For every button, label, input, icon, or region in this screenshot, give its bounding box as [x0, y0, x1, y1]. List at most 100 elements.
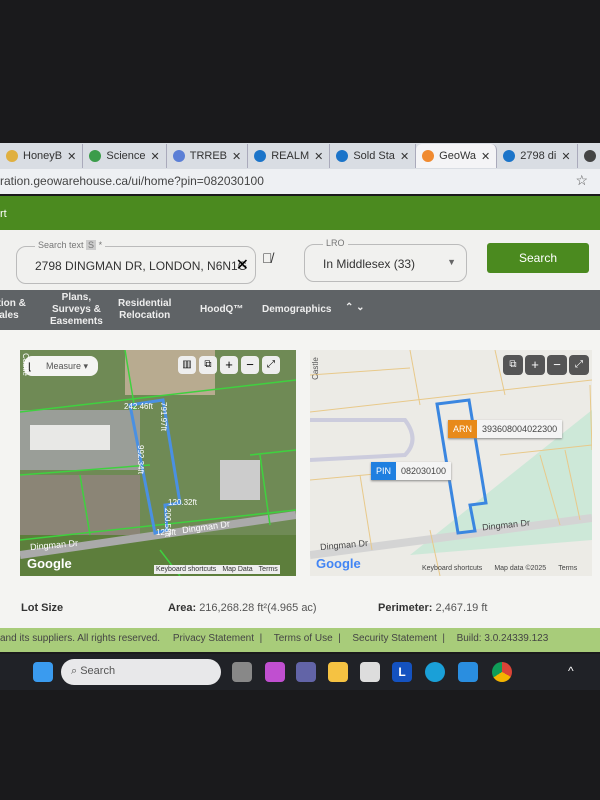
browser-tab[interactable]: 2798 di ✕ — [497, 144, 578, 168]
map-type-icon[interactable]: ▥ — [178, 356, 196, 374]
browser-tab[interactable]: Science ✕ — [83, 144, 167, 168]
close-tab-icon[interactable]: ✕ — [481, 150, 490, 163]
privacy-link[interactable]: Privacy Statement — [173, 633, 254, 644]
copilot-icon[interactable] — [265, 662, 285, 682]
browser-tab[interactable]: HoneyB ✕ — [0, 144, 84, 168]
pin-label: PIN — [371, 462, 397, 480]
bookmark-star-icon[interactable]: ☆ — [575, 172, 588, 189]
taskbar-search[interactable]: ⌕ Search — [61, 659, 221, 685]
google-logo: Google — [316, 556, 361, 571]
tab-favicon-icon — [254, 150, 267, 162]
map-attribution: Keyboard shortcuts Map data ©2025 Terms — [422, 565, 577, 572]
nav-item[interactable]: ation & ales — [0, 298, 26, 322]
street-label: Castle — [310, 357, 320, 380]
close-tab-icon[interactable]: ✕ — [314, 150, 323, 163]
fullscreen-icon[interactable]: ⤢ — [262, 356, 280, 374]
lro-label: LRO — [323, 238, 348, 248]
store-icon[interactable] — [360, 662, 380, 682]
close-tab-icon[interactable]: ✕ — [151, 150, 160, 163]
lot-size-title: Lot Size — [21, 602, 64, 614]
build-text: Build: 3.0.24339.123 — [456, 633, 549, 644]
zoom-out-icon[interactable]: − — [241, 356, 259, 374]
pin-badge[interactable]: PIN 082030100 — [371, 462, 452, 480]
lro-select[interactable]: LRO In Middlesex (33) ▼ — [304, 238, 467, 282]
close-tab-icon[interactable]: ✕ — [232, 150, 241, 163]
close-tab-icon[interactable]: ✕ — [400, 150, 409, 163]
map-attribution: Keyboard shortcuts Map Data Terms — [154, 565, 280, 574]
footer: and its suppliers. All rights reserved. … — [0, 628, 600, 652]
clear-icon[interactable]: ✕ — [236, 255, 249, 275]
header-text: rt — [0, 208, 7, 220]
browser-tab[interactable]: Sold Sta ✕ — [330, 144, 417, 168]
map-data-link[interactable]: Map data ©2025 — [494, 565, 546, 572]
measure-button[interactable]: Measure ▾ — [46, 361, 88, 372]
taskbar: ⌕ Search L ^ — [0, 654, 600, 690]
terms-link[interactable]: Terms — [558, 565, 577, 572]
app-header: rt — [0, 196, 600, 230]
arn-badge[interactable]: ARN 393608004022300 — [448, 420, 563, 438]
windows-start-icon[interactable] — [33, 662, 53, 682]
layers-icon[interactable]: ⧉ — [199, 356, 217, 374]
nav-item[interactable]: HoodQ™ — [200, 304, 243, 316]
nav-item[interactable]: Demographics — [262, 304, 331, 316]
measurement-label: 12.3ft — [156, 528, 177, 537]
aerial-map[interactable]: ⌊ Measure ▾ ▥ ⧉ + − ⤢ 242.46ft 791.97ft … — [20, 350, 296, 576]
tab-label: Sold Sta — [353, 150, 395, 162]
edge-icon[interactable] — [425, 662, 445, 682]
close-tab-icon[interactable]: ✕ — [561, 150, 570, 163]
chrome-icon[interactable] — [492, 662, 512, 682]
zoom-in-icon[interactable]: + — [220, 356, 238, 374]
map-controls: ⧉ + − ⤢ — [503, 355, 589, 375]
keyboard-shortcuts-link[interactable]: Keyboard shortcuts — [156, 566, 216, 573]
tab-favicon-icon — [422, 150, 435, 162]
address-bar[interactable]: ration.geowarehouse.ca/ui/home?pin=08203… — [0, 169, 600, 194]
l-app-icon[interactable]: L — [392, 662, 412, 682]
expand-collapse-icon[interactable]: ⌃ ⌄ — [345, 302, 365, 314]
tab-label: Science — [106, 150, 146, 162]
keyboard-shortcuts-link[interactable]: Keyboard shortcuts — [422, 565, 482, 572]
search-text-value: 2798 DINGMAN DR, LONDON, N6N1G — [35, 259, 248, 273]
browser-tab[interactable]: TRREB ✕ — [167, 144, 249, 168]
browser-tab[interactable]: Nev — [578, 144, 600, 168]
map-data-link[interactable]: Map Data — [222, 566, 252, 573]
security-link[interactable]: Security Statement — [352, 633, 436, 644]
measurement-label: 120.32ft — [168, 498, 197, 507]
tab-favicon-icon — [6, 150, 18, 162]
measurement-label: 242.46ft — [124, 402, 153, 411]
street-map[interactable]: ⧉ + − ⤢ ARN 393608004022300 PIN 08203010… — [310, 350, 592, 576]
teams-icon[interactable] — [296, 662, 316, 682]
close-tab-icon[interactable]: ✕ — [67, 150, 76, 163]
arn-value: 393608004022300 — [477, 420, 563, 438]
tab-label: GeoWa — [439, 150, 477, 162]
copyright-text: and its suppliers. All rights reserved. — [0, 633, 161, 644]
terms-link[interactable]: Terms — [259, 566, 278, 573]
nav-item[interactable]: Plans, Surveys & Easements — [50, 292, 103, 328]
mail-icon[interactable] — [458, 662, 478, 682]
browser-tab[interactable]: REALM ✕ — [248, 144, 331, 168]
tray-chevron-icon[interactable]: ^ — [568, 664, 574, 678]
nav-item[interactable]: Residential Relocation — [118, 298, 171, 322]
tab-favicon-icon — [336, 150, 349, 162]
url-text: ration.geowarehouse.ca/ui/home?pin=08203… — [0, 174, 264, 188]
search-text-field[interactable]: Search text S * 2798 DINGMAN DR, LONDON,… — [16, 240, 256, 284]
search-button[interactable]: Search — [487, 243, 589, 273]
zoom-in-icon[interactable]: + — [525, 355, 545, 375]
zoom-out-icon[interactable]: − — [547, 355, 567, 375]
search-text-label: Search text S * — [35, 240, 106, 250]
map-controls: ▥ ⧉ + − ⤢ — [178, 356, 280, 374]
task-view-icon[interactable] — [232, 662, 252, 682]
google-logo: Google — [27, 556, 72, 571]
terms-of-use-link[interactable]: Terms of Use — [274, 633, 333, 644]
fullscreen-icon[interactable]: ⤢ — [569, 355, 589, 375]
layers-icon[interactable]: ⧉ — [503, 355, 523, 375]
measurement-label: 992.34ft — [136, 445, 145, 474]
lro-value: In Middlesex (33) — [323, 257, 416, 271]
street-label: Castle — [20, 353, 30, 376]
browser-tab[interactable]: GeoWa ✕ — [416, 144, 498, 168]
tab-favicon-icon — [89, 150, 102, 162]
pin-value: 082030100 — [396, 462, 452, 480]
tab-label: TRREB — [189, 150, 227, 162]
file-explorer-icon[interactable] — [328, 662, 348, 682]
mic-off-icon[interactable]: 🎙̸ — [262, 250, 273, 266]
section-nav: ation & ales Plans, Surveys & Easements Re… — [0, 290, 600, 330]
